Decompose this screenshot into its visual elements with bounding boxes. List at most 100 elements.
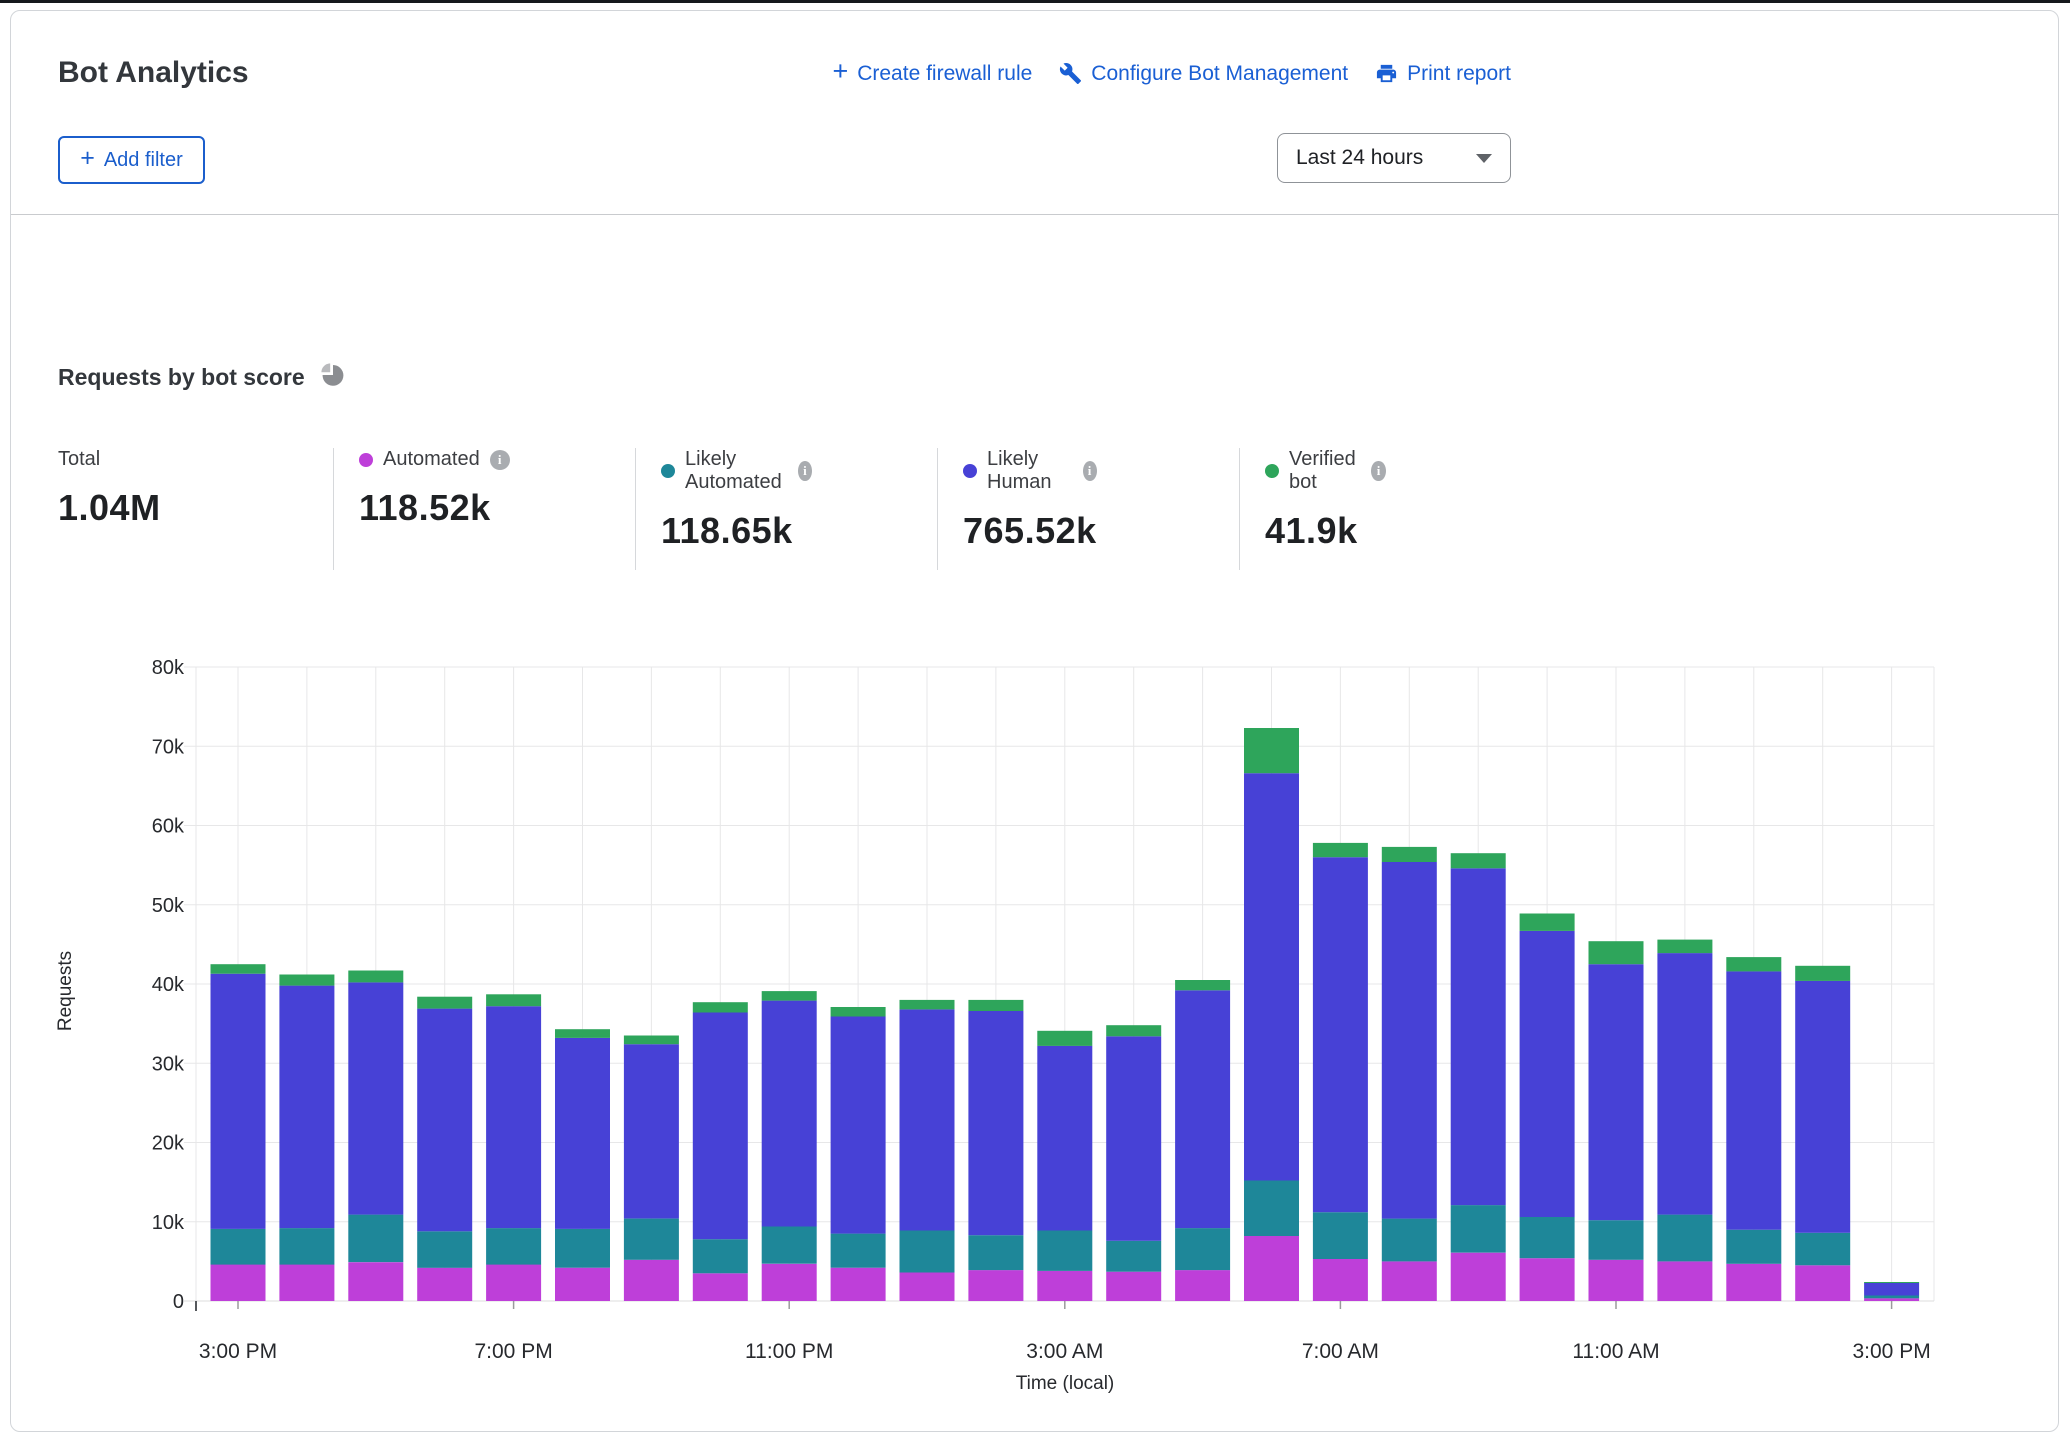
bar-segment[interactable] [1726,1264,1781,1301]
bar-segment[interactable] [900,1231,955,1273]
bar-segment[interactable] [968,1011,1023,1235]
bar-segment[interactable] [1244,1236,1299,1301]
bar-segment[interactable] [624,1036,679,1045]
time-range-dropdown[interactable]: Last 24 hours [1277,133,1511,183]
bar-segment[interactable] [762,991,817,1001]
bar-segment[interactable] [1382,847,1437,862]
bar-segment[interactable] [1175,990,1230,1228]
bar-segment[interactable] [1313,1212,1368,1259]
bar-segment[interactable] [211,1265,266,1302]
bar-segment[interactable] [1244,1181,1299,1237]
bar-segment[interactable] [1520,914,1575,931]
bar-segment[interactable] [968,1270,1023,1301]
bar-segment[interactable] [1382,862,1437,1219]
bar-segment[interactable] [348,1262,403,1301]
bar-segment[interactable] [831,1017,886,1234]
bar-segment[interactable] [1451,1205,1506,1253]
bar-segment[interactable] [968,1235,1023,1270]
bar-segment[interactable] [279,986,334,1229]
bar-segment[interactable] [693,1239,748,1273]
bar-segment[interactable] [900,1000,955,1010]
bar-segment[interactable] [624,1219,679,1260]
bar-segment[interactable] [1795,966,1850,981]
bar-segment[interactable] [762,1227,817,1264]
bar-segment[interactable] [555,1029,610,1038]
bar-segment[interactable] [1175,1228,1230,1270]
bar-segment[interactable] [1451,853,1506,868]
bar-segment[interactable] [1726,957,1781,971]
bar-segment[interactable] [1657,1261,1712,1301]
bar-segment[interactable] [1589,1220,1644,1260]
bar-segment[interactable] [1037,1271,1092,1301]
bar-segment[interactable] [348,971,403,983]
bar-segment[interactable] [1726,971,1781,1229]
bar-segment[interactable] [1106,1241,1161,1272]
bar-segment[interactable] [831,1007,886,1017]
bar-segment[interactable] [1382,1219,1437,1262]
bar-segment[interactable] [1451,1253,1506,1301]
bar-segment[interactable] [762,1264,817,1301]
bar-segment[interactable] [693,1013,748,1240]
bar-segment[interactable] [1175,980,1230,990]
bar-segment[interactable] [1037,1046,1092,1231]
header-action-print-report[interactable]: Print report [1375,62,1511,86]
bar-segment[interactable] [211,964,266,974]
bar-segment[interactable] [624,1260,679,1301]
info-icon[interactable]: i [1371,461,1385,481]
bar-segment[interactable] [348,982,403,1214]
bar-segment[interactable] [486,994,541,1006]
info-icon[interactable]: i [490,450,510,470]
bar-segment[interactable] [1657,940,1712,954]
bar-segment[interactable] [417,1009,472,1232]
bar-segment[interactable] [693,1002,748,1012]
bar-segment[interactable] [1106,1036,1161,1241]
bar-segment[interactable] [555,1229,610,1268]
bar-segment[interactable] [900,1009,955,1230]
bar-segment[interactable] [693,1273,748,1301]
bar-segment[interactable] [1726,1230,1781,1264]
bar-segment[interactable] [1657,953,1712,1215]
bar-segment[interactable] [417,1231,472,1268]
bar-segment[interactable] [279,1265,334,1302]
bar-segment[interactable] [348,1215,403,1263]
bar-segment[interactable] [831,1268,886,1301]
bar-segment[interactable] [486,1265,541,1302]
bar-segment[interactable] [417,997,472,1009]
bar-segment[interactable] [211,1229,266,1265]
info-icon[interactable]: i [1083,461,1097,481]
header-action-configure-bot-management[interactable]: Configure Bot Management [1059,62,1348,86]
bar-segment[interactable] [1864,1298,1919,1301]
add-filter-button[interactable]: + Add filter [58,136,205,184]
bar-segment[interactable] [211,974,266,1229]
bar-segment[interactable] [1795,1233,1850,1266]
bar-segment[interactable] [1313,857,1368,1212]
bar-segment[interactable] [1795,1265,1850,1301]
bar-segment[interactable] [1313,1259,1368,1301]
bar-segment[interactable] [1244,728,1299,773]
bar-segment[interactable] [762,1001,817,1227]
bar-segment[interactable] [1589,1260,1644,1301]
info-icon[interactable]: i [798,461,812,481]
bar-segment[interactable] [279,1228,334,1265]
bar-segment[interactable] [1589,941,1644,964]
bot-score-chart[interactable]: 010k20k30k40k50k60k70k80k3:00 PM7:00 PM1… [11,621,2058,1405]
bar-segment[interactable] [1244,773,1299,1180]
bar-segment[interactable] [1106,1025,1161,1036]
bar-segment[interactable] [1175,1270,1230,1301]
bar-segment[interactable] [900,1273,955,1302]
bar-segment[interactable] [486,1006,541,1228]
bar-segment[interactable] [1313,843,1368,857]
bar-segment[interactable] [555,1038,610,1229]
bar-segment[interactable] [1520,931,1575,1217]
bar-segment[interactable] [1864,1282,1919,1283]
bar-segment[interactable] [1657,1215,1712,1262]
bar-segment[interactable] [1864,1283,1919,1296]
header-action-create-firewall-rule[interactable]: +Create firewall rule [832,61,1032,86]
bar-segment[interactable] [1106,1272,1161,1301]
bar-segment[interactable] [968,1000,1023,1011]
bar-segment[interactable] [1451,868,1506,1205]
bar-segment[interactable] [1795,981,1850,1233]
bar-segment[interactable] [1037,1031,1092,1046]
bar-segment[interactable] [624,1044,679,1218]
bar-segment[interactable] [1589,964,1644,1220]
